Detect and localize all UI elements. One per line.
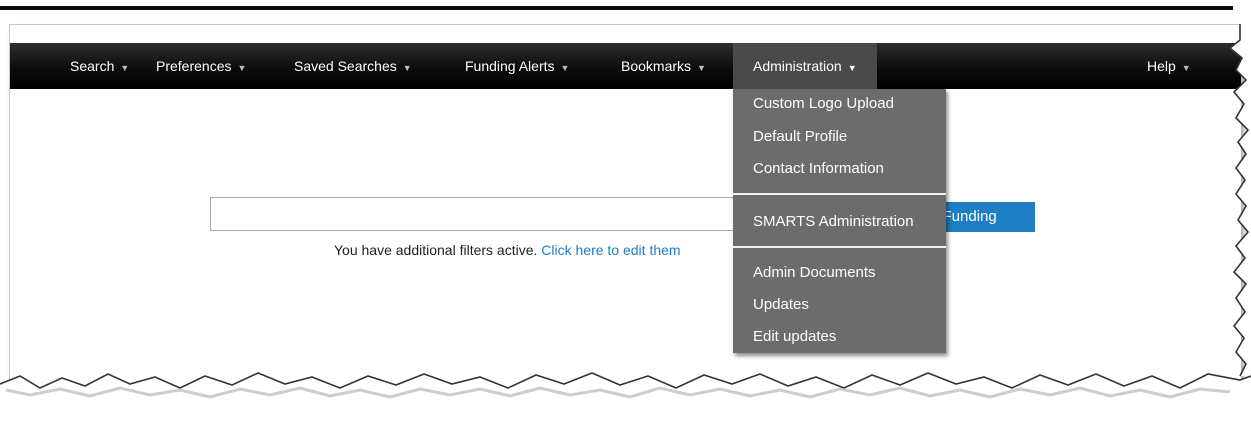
administration-dropdown-menu: Custom Logo Upload Default Profile Conta… — [733, 89, 946, 353]
nav-bookmarks-label: Bookmarks — [621, 58, 692, 74]
main-navbar: Search ▼ Preferences ▼ Saved Searches ▼ Fun… — [10, 43, 1241, 89]
menu-divider — [733, 246, 946, 248]
chevron-down-icon: ▼ — [697, 63, 706, 73]
chevron-down-icon: ▼ — [1181, 63, 1191, 73]
nav-saved-searches[interactable]: Saved Searches ▼ — [294, 43, 412, 89]
nav-help[interactable]: Help ▼ — [1147, 43, 1191, 89]
nav-administration-label: Administration — [753, 58, 842, 74]
menu-item-edit-updates[interactable]: Edit updates — [753, 328, 836, 345]
nav-help-label: Help — [1147, 58, 1176, 74]
filter-notice-text: You have additional filters active. — [334, 242, 542, 258]
chevron-down-icon: ▼ — [560, 63, 570, 73]
menu-item-smarts-administration[interactable]: SMARTS Administration — [753, 213, 914, 230]
menu-item-updates[interactable]: Updates — [753, 296, 809, 313]
menu-item-admin-documents[interactable]: Admin Documents — [753, 264, 876, 281]
chevron-down-icon: ▼ — [847, 63, 857, 73]
nav-search[interactable]: Search ▼ — [70, 43, 129, 89]
nav-funding-alerts[interactable]: Funding Alerts ▼ — [465, 43, 569, 89]
app-window: Search ▼ Preferences ▼ Saved Searches ▼ Fun… — [9, 24, 1241, 393]
filter-notice: You have additional filters active. Clic… — [334, 242, 681, 258]
edit-filters-link[interactable]: Click here to edit them — [541, 242, 680, 258]
menu-item-contact-information[interactable]: Contact Information — [753, 160, 884, 177]
search-input[interactable] — [210, 197, 770, 231]
menu-item-default-profile[interactable]: Default Profile — [753, 128, 847, 145]
nav-administration[interactable]: Administration ▼ — [733, 43, 877, 89]
chevron-down-icon: ▼ — [237, 63, 247, 73]
chevron-down-icon: ▼ — [402, 63, 412, 73]
nav-preferences-label: Preferences — [156, 58, 232, 74]
nav-preferences[interactable]: Preferences ▼ — [156, 43, 246, 89]
chevron-down-icon: ▼ — [120, 63, 130, 73]
nav-bookmarks[interactable]: Bookmarks ▼ — [621, 43, 706, 89]
nav-search-label: Search — [70, 58, 115, 74]
nav-saved-searches-label: Saved Searches — [294, 58, 397, 74]
menu-item-custom-logo-upload[interactable]: Custom Logo Upload — [753, 95, 894, 112]
menu-divider — [733, 193, 946, 195]
nav-funding-alerts-label: Funding Alerts — [465, 58, 555, 74]
top-rule — [0, 6, 1233, 10]
